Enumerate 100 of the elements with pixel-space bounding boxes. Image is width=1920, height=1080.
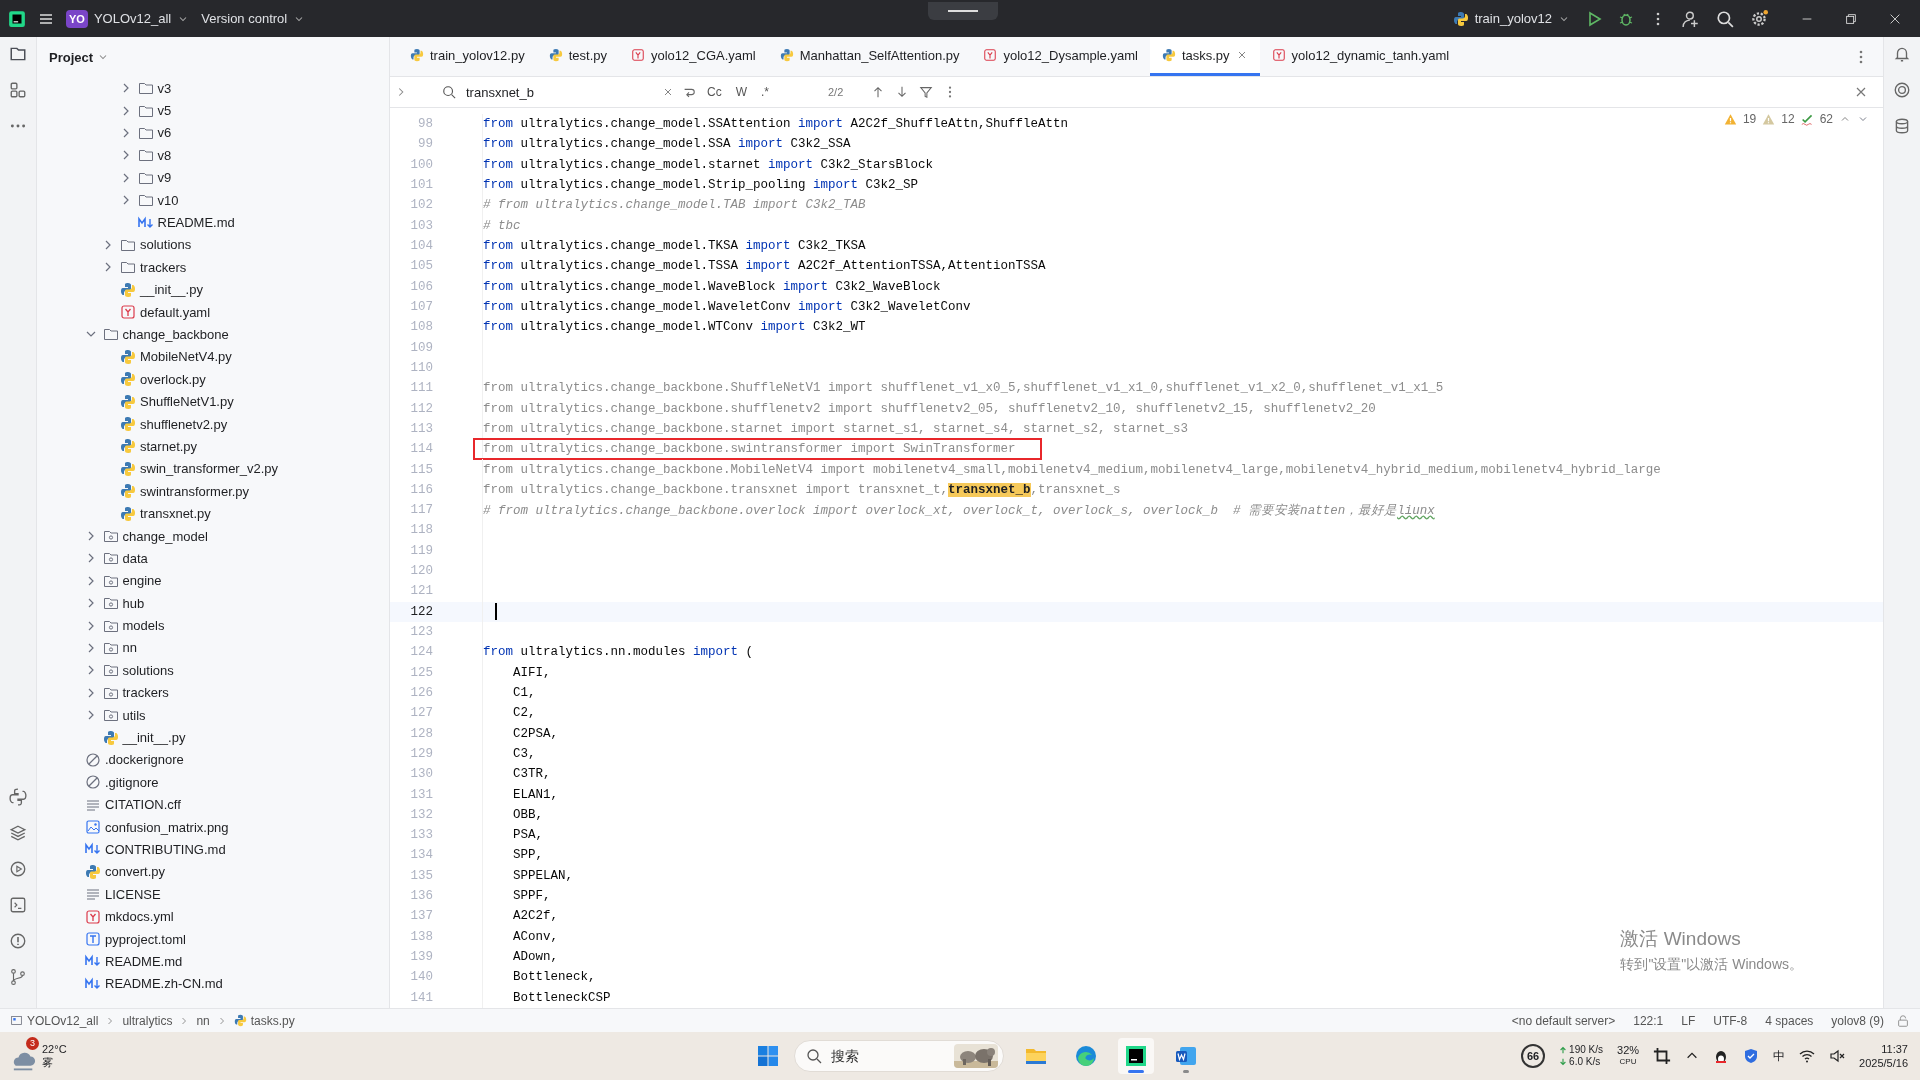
tree-item[interactable]: overlock.py <box>140 371 206 387</box>
inspection-count[interactable]: 12 <box>1781 112 1795 126</box>
tree-item[interactable]: README.md <box>105 953 183 969</box>
editor-tab[interactable]: tasks.py <box>1149 37 1260 76</box>
tree-item[interactable]: change_model <box>122 528 208 544</box>
version-control-menu[interactable]: Version control <box>201 11 288 26</box>
status-item[interactable]: yolov8 (9) <box>1825 1013 1890 1028</box>
run-icon[interactable] <box>1586 10 1602 27</box>
project-name[interactable]: YOLOv12_all <box>93 11 172 26</box>
breadcrumb[interactable]: ultralytics <box>122 1013 173 1028</box>
tree-item[interactable]: transxnet.py <box>140 506 211 522</box>
tree-item[interactable]: swintransformer.py <box>140 483 250 499</box>
tree-item[interactable]: hub <box>122 595 145 611</box>
add-user-icon[interactable] <box>1682 9 1700 28</box>
tree-item[interactable]: change_backbone <box>122 327 229 342</box>
tree-item[interactable]: v6 <box>157 125 172 141</box>
notifications-icon[interactable] <box>1893 45 1911 63</box>
lock-icon[interactable] <box>1896 1013 1910 1028</box>
search-option[interactable]: Cc <box>704 83 725 101</box>
tree-item[interactable]: v9 <box>157 170 172 186</box>
tree-item[interactable]: v10 <box>157 192 179 208</box>
database-icon[interactable] <box>1893 117 1911 135</box>
muted-volume-icon[interactable] <box>1829 1048 1846 1064</box>
tree-item[interactable]: MobileNetV4.py <box>140 349 232 365</box>
problems-icon[interactable] <box>9 932 27 950</box>
project-icon[interactable] <box>9 45 27 63</box>
python-console-icon[interactable] <box>9 788 27 806</box>
editor-tab[interactable]: yolo12_dynamic_tanh.yaml <box>1259 37 1462 76</box>
window-handle[interactable] <box>928 2 998 20</box>
tree-item[interactable]: v5 <box>157 103 172 119</box>
editor-tab[interactable]: yolo12_Dysample.yaml <box>971 37 1150 76</box>
tree-item[interactable]: mkdocs.yml <box>105 909 174 925</box>
breadcrumb[interactable]: tasks.py <box>250 1013 295 1028</box>
tree-item[interactable]: v3 <box>157 80 172 96</box>
breadcrumb[interactable]: YOLOv12_all <box>27 1013 99 1028</box>
tree-item[interactable]: CONTRIBUTING.md <box>105 841 226 857</box>
filter-icon[interactable] <box>919 85 934 99</box>
status-item[interactable]: 4 spaces <box>1759 1013 1820 1028</box>
terminal-icon[interactable] <box>9 896 27 914</box>
tree-item[interactable]: CITATION.cff <box>105 797 181 813</box>
app-logo-icon[interactable] <box>8 9 26 28</box>
clear-icon[interactable] <box>662 86 674 98</box>
tree-item[interactable]: LICENSE <box>105 886 161 902</box>
tree-item[interactable]: utils <box>122 707 146 723</box>
tree-item[interactable]: pyproject.toml <box>105 931 186 947</box>
editor-tab[interactable]: train_yolov12.py <box>398 37 537 76</box>
weather-icon[interactable] <box>12 1051 36 1073</box>
clock-date[interactable]: 2025/5/16 <box>1859 1056 1908 1070</box>
search-option[interactable]: .* <box>758 83 772 101</box>
tree-item[interactable]: __init__.py <box>140 282 203 298</box>
tree-item[interactable]: v8 <box>157 147 172 163</box>
find-field[interactable]: transxnet_b Cc W .* <box>418 79 778 105</box>
start-icon[interactable] <box>756 1044 780 1068</box>
editor-tab[interactable]: yolo12_CGA.yaml <box>618 37 768 76</box>
input-method[interactable]: 中 <box>1773 1047 1786 1065</box>
tree-item[interactable]: README.md <box>157 215 235 231</box>
structure-icon[interactable] <box>9 81 27 99</box>
status-item[interactable]: 122:1 <box>1627 1013 1670 1028</box>
editor-tab[interactable]: test.py <box>536 37 619 76</box>
assistant-icon[interactable] <box>1893 81 1911 99</box>
tree-item[interactable]: ShuffleNetV1.py <box>140 394 234 410</box>
tree-item[interactable]: confusion_matrix.png <box>105 819 229 835</box>
tree-item[interactable]: trackers <box>140 259 187 275</box>
panel-title[interactable]: Project <box>49 49 94 65</box>
settings-icon[interactable] <box>1750 9 1768 28</box>
tree-item[interactable]: engine <box>122 573 162 589</box>
inspection-count[interactable]: 62 <box>1819 112 1833 126</box>
search-option[interactable]: W <box>732 83 750 101</box>
status-item[interactable]: LF <box>1675 1013 1702 1028</box>
tree-item[interactable]: nn <box>122 640 137 656</box>
restore-icon[interactable] <box>1844 11 1858 26</box>
layers-icon[interactable] <box>9 824 27 842</box>
git-branch-icon[interactable] <box>9 968 27 986</box>
tree-item[interactable]: models <box>122 618 165 634</box>
tree-item[interactable]: default.yaml <box>140 304 211 320</box>
tree-item[interactable]: solutions <box>140 237 192 253</box>
editor-tab[interactable]: Manhattan_SelfAttention.py <box>767 37 972 76</box>
run-icon[interactable] <box>9 860 27 878</box>
tree-item[interactable]: data <box>122 550 148 566</box>
status-item[interactable]: UTF-8 <box>1707 1013 1754 1028</box>
tree-item[interactable]: README.zh-CN.md <box>105 976 223 992</box>
breadcrumb[interactable]: nn <box>196 1013 210 1028</box>
tree-item[interactable]: .gitignore <box>105 774 159 790</box>
tree-item[interactable]: solutions <box>122 662 174 678</box>
tree-item[interactable]: starnet.py <box>140 438 198 454</box>
tree-item[interactable]: convert.py <box>105 864 165 880</box>
tree-item[interactable]: shufflenetv2.py <box>140 416 228 432</box>
taskbar-app-button[interactable] <box>1118 1038 1154 1074</box>
inspection-count[interactable]: 19 <box>1742 112 1757 126</box>
tree-item[interactable]: swin_transformer_v2.py <box>140 461 278 477</box>
status-item[interactable]: <no default server> <box>1505 1013 1622 1028</box>
shield-icon[interactable] <box>1743 1048 1760 1064</box>
clock-time[interactable]: 11:37 <box>1881 1042 1908 1056</box>
tree-item[interactable]: trackers <box>122 685 169 701</box>
wifi-icon[interactable] <box>1799 1048 1816 1064</box>
search-icon[interactable] <box>1716 9 1734 28</box>
score-indicator[interactable]: 66 <box>1521 1044 1546 1068</box>
crop-icon[interactable] <box>1653 1047 1672 1065</box>
run-configuration[interactable]: train_yolov12 <box>1474 11 1552 26</box>
tree-item[interactable]: __init__.py <box>122 730 186 745</box>
